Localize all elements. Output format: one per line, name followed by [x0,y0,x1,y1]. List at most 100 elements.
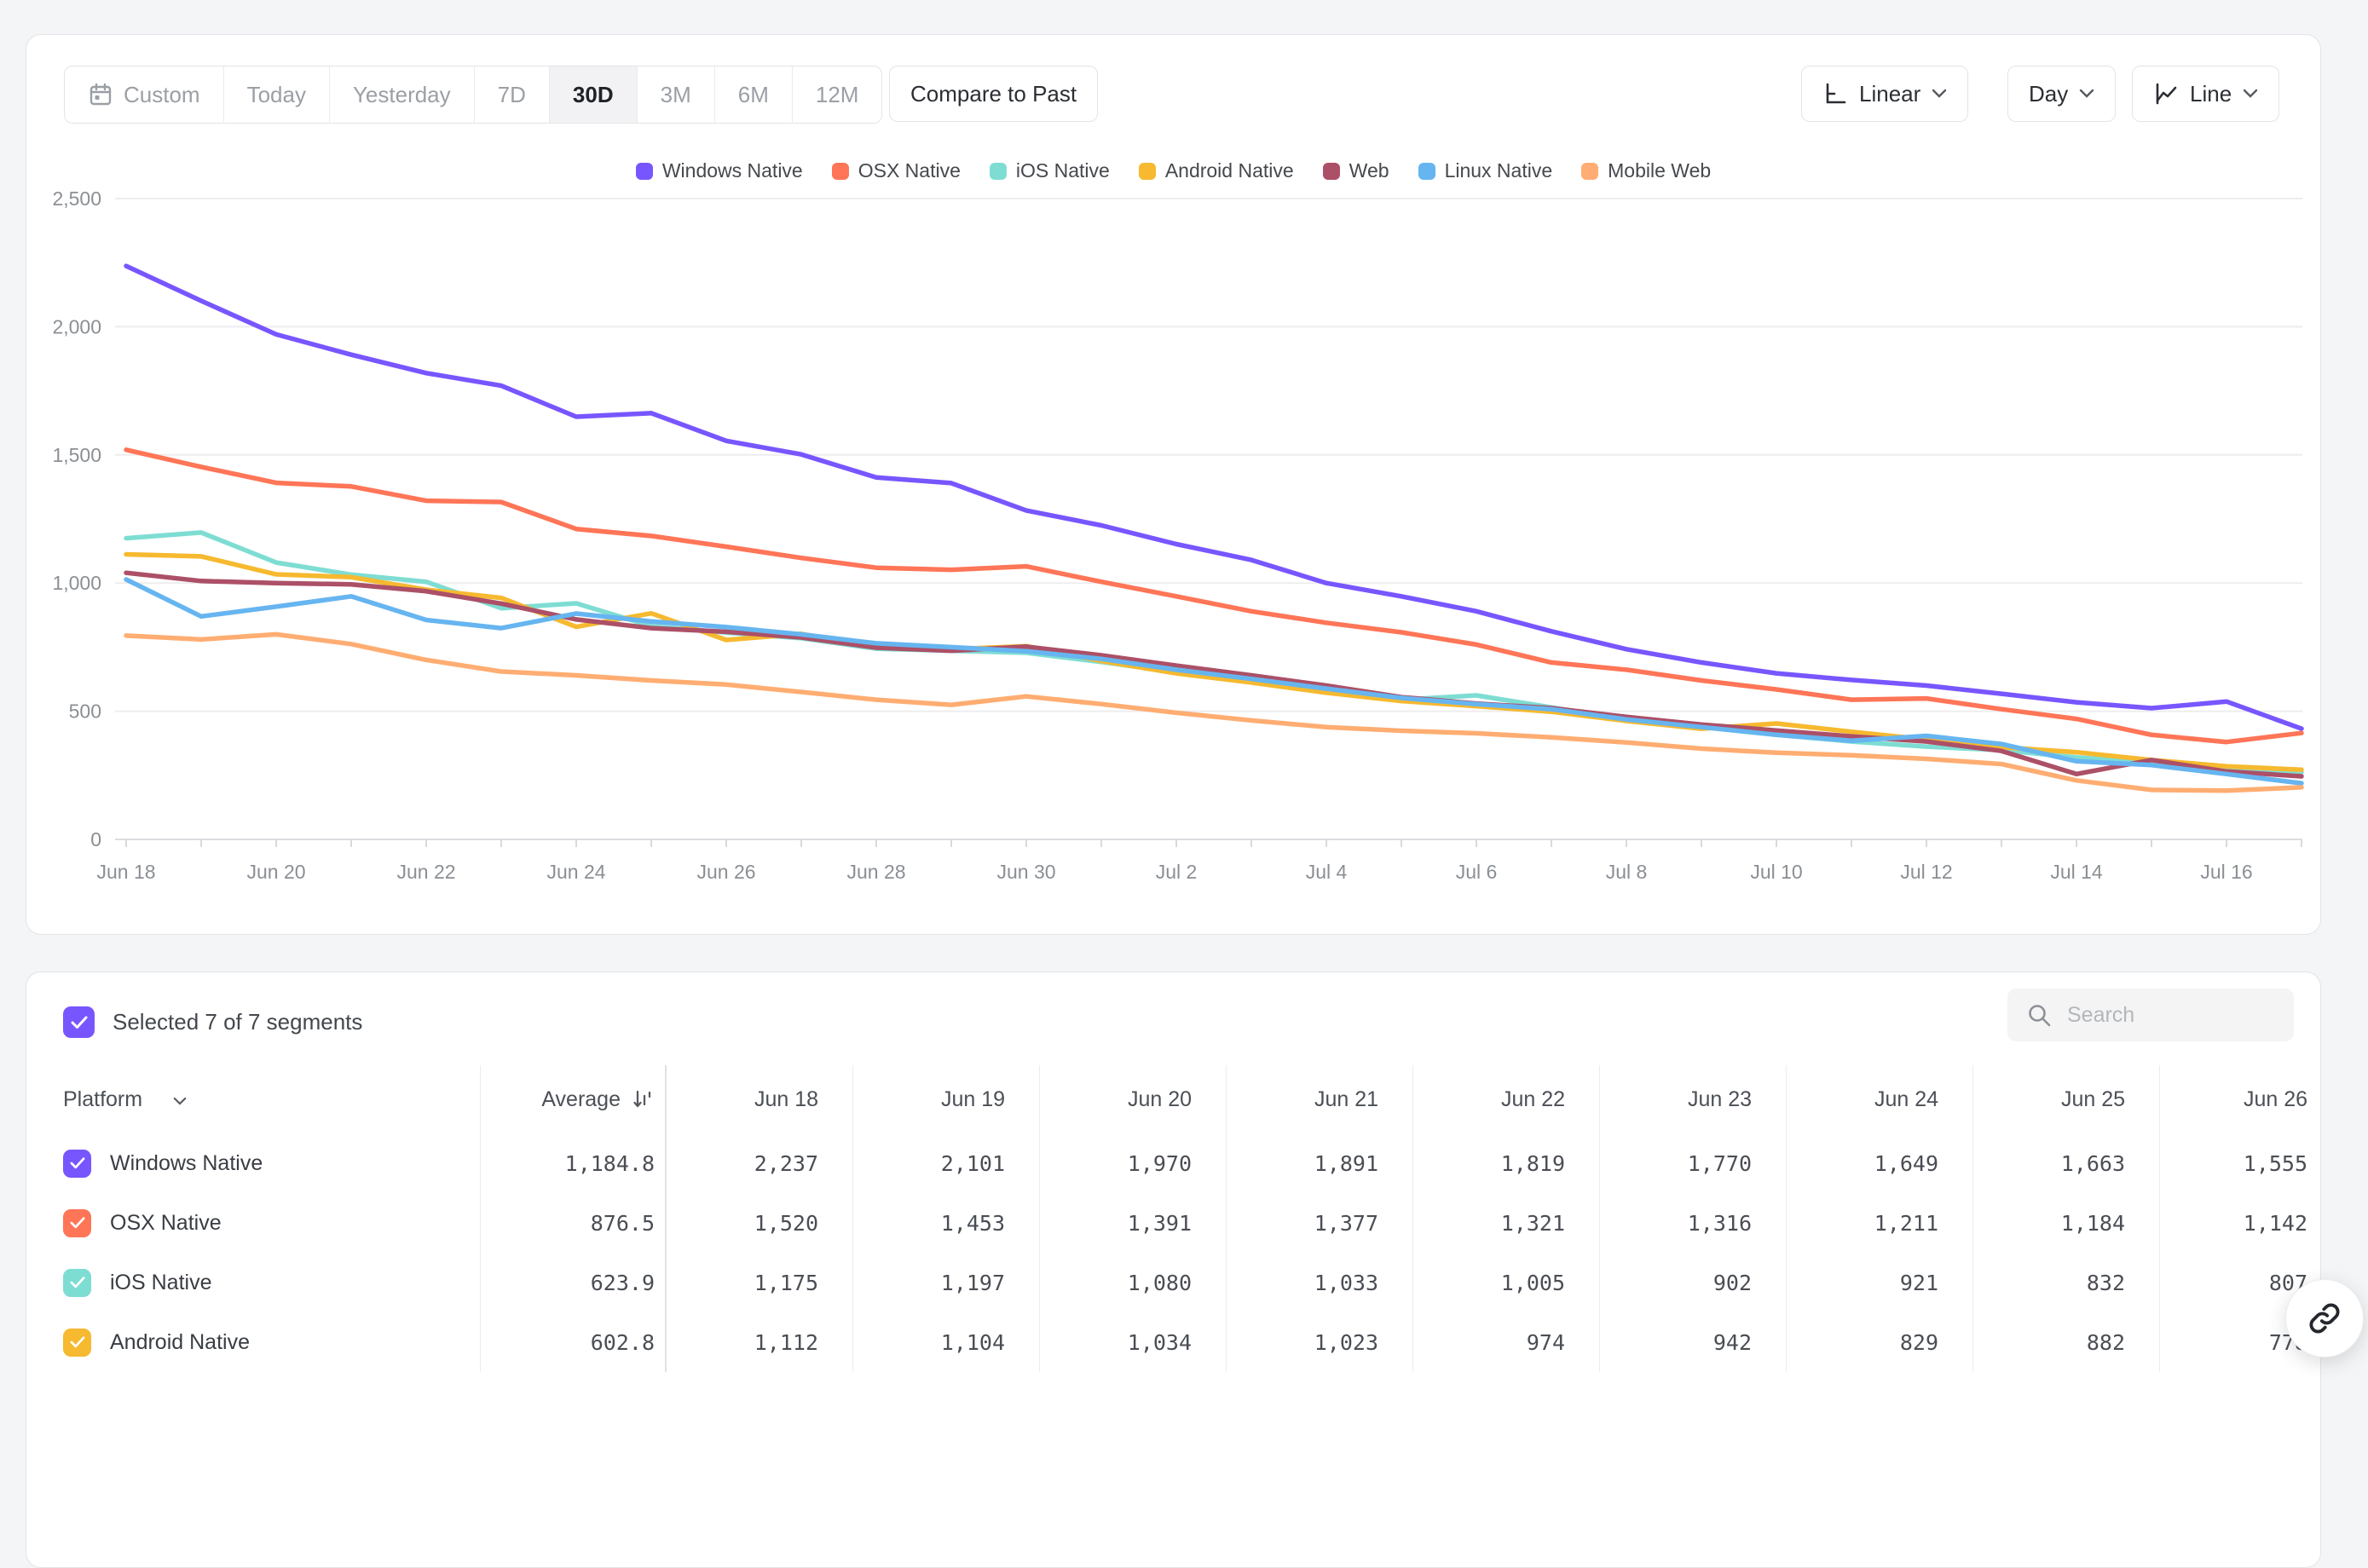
average-value: 1,184.8 [481,1133,667,1193]
checkmark-icon [70,1276,85,1289]
select-all-checkbox[interactable] [63,1006,95,1038]
segment-checkbox[interactable] [63,1329,91,1357]
svg-text:1,000: 1,000 [52,572,101,594]
cell-value: 1,033 [1227,1253,1413,1312]
segment-checkbox[interactable] [63,1209,91,1237]
segment-checkbox[interactable] [63,1269,91,1297]
svg-text:Jul 16: Jul 16 [2200,861,2252,883]
sort-descending-icon[interactable] [631,1087,655,1111]
segment-checkbox[interactable] [63,1150,91,1178]
cell-value: 1,112 [667,1312,853,1372]
cell-value: 1,663 [1973,1133,2160,1193]
cell-value: 1,023 [1227,1312,1413,1372]
cell-value: 1,391 [1040,1193,1227,1253]
link-icon [2307,1300,2342,1336]
svg-text:Jul 4: Jul 4 [1306,861,1348,883]
cell-value: 1,034 [1040,1312,1227,1372]
average-value: 602.8 [481,1312,667,1372]
column-date-label: Jun 24 [1787,1065,1973,1133]
copy-link-button[interactable] [2285,1279,2364,1358]
svg-text:Jul 6: Jul 6 [1456,861,1498,883]
column-date-label: Jun 26 [2160,1065,2319,1133]
segments-summary: Selected 7 of 7 segments [63,1006,362,1038]
cell-value: 829 [1787,1312,1973,1372]
cell-value: 1,377 [1227,1193,1413,1253]
cell-value: 1,520 [667,1193,853,1253]
checkmark-icon [71,1015,88,1030]
cell-value: 1,819 [1413,1133,1600,1193]
segments-table-card: Selected 7 of 7 segments Platform Average… [26,971,2321,1568]
cell-value: 921 [1787,1253,1973,1312]
svg-text:Jun 18: Jun 18 [96,861,155,883]
cell-value: 1,970 [1040,1133,1227,1193]
cell-value: 2,237 [667,1133,853,1193]
column-platform-label: Platform [63,1087,142,1112]
svg-text:Jul 10: Jul 10 [1750,861,1802,883]
cell-value: 942 [1600,1312,1787,1372]
average-value: 623.9 [481,1253,667,1312]
table-row-osx-native: OSX Native 876.51,5201,4531,3911,3771,321… [26,1193,2319,1253]
cell-value: 1,770 [1600,1133,1787,1193]
cell-value: 1,005 [1413,1253,1600,1312]
column-date-label: Jun 21 [1227,1065,1413,1133]
column-date-label: Jun 19 [853,1065,1040,1133]
column-date-label: Jun 18 [667,1065,853,1133]
cell-value: 902 [1600,1253,1787,1312]
svg-text:Jul 12: Jul 12 [1900,861,1952,883]
segments-summary-label: Selected 7 of 7 segments [113,1009,362,1035]
segment-name: OSX Native [110,1211,222,1236]
search-icon [2026,1002,2052,1028]
svg-text:Jun 24: Jun 24 [546,861,605,883]
column-average-label[interactable]: Average [541,1087,621,1112]
svg-text:Jul 2: Jul 2 [1156,861,1198,883]
table-row-ios-native: iOS Native 623.91,1751,1971,0801,0331,005… [26,1253,2319,1312]
average-value: 876.5 [481,1193,667,1253]
cell-value: 1,316 [1600,1193,1787,1253]
svg-text:0: 0 [90,828,101,850]
table-header-row: PlatformAverageJun 18Jun 19Jun 20Jun 21J… [26,1065,2319,1133]
segment-name: iOS Native [110,1271,211,1295]
svg-text:Jul 14: Jul 14 [2050,861,2103,883]
segment-name: Android Native [110,1330,250,1355]
chevron-down-icon[interactable] [173,1097,187,1106]
column-date-label: Jun 25 [1973,1065,2160,1133]
search-input[interactable] [2065,1002,2256,1029]
svg-text:Jun 20: Jun 20 [246,861,305,883]
svg-text:Jun 26: Jun 26 [696,861,755,883]
cell-value: 882 [1973,1312,2160,1372]
cell-value: 1,453 [853,1193,1040,1253]
cell-value: 1,197 [853,1253,1040,1312]
cell-value: 1,080 [1040,1253,1227,1312]
segments-search [2007,989,2294,1041]
column-date-label: Jun 20 [1040,1065,1227,1133]
cell-value: 1,184 [1973,1193,2160,1253]
cell-value: 1,321 [1413,1193,1600,1253]
cell-value: 1,175 [667,1253,853,1312]
cell-value: 2,101 [853,1133,1040,1193]
column-date-label: Jun 23 [1600,1065,1787,1133]
cell-value: 1,649 [1787,1133,1973,1193]
svg-text:1,500: 1,500 [52,444,101,466]
svg-text:Jun 22: Jun 22 [396,861,455,883]
svg-text:500: 500 [69,700,101,723]
cell-value: 1,891 [1227,1133,1413,1193]
svg-text:2,500: 2,500 [52,187,101,210]
cell-value: 1,555 [2160,1133,2319,1193]
cell-value: 974 [1413,1312,1600,1372]
checkmark-icon [70,1156,85,1170]
cell-value: 1,142 [2160,1193,2319,1253]
svg-text:Jun 28: Jun 28 [846,861,905,883]
svg-text:Jun 30: Jun 30 [996,861,1055,883]
table-row-android-native: Android Native602.81,1121,1041,0341,0239… [26,1312,2319,1372]
table-row-windows-native: Windows Native 1,184.82,2372,1011,9701,89… [26,1133,2319,1193]
checkmark-icon [70,1216,85,1230]
segment-name: Windows Native [110,1151,263,1176]
svg-text:2,000: 2,000 [52,315,101,337]
cell-value: 832 [1973,1253,2160,1312]
line-chart[interactable]: 0 500 1,000 1,500 2,000 2,500 Jun 18 Jun 20 Jun … [26,35,2320,899]
svg-text:Jul 8: Jul 8 [1606,861,1648,883]
cell-value: 1,104 [853,1312,1040,1372]
checkmark-icon [70,1335,85,1349]
cell-value: 1,211 [1787,1193,1973,1253]
column-date-label: Jun 22 [1413,1065,1600,1133]
